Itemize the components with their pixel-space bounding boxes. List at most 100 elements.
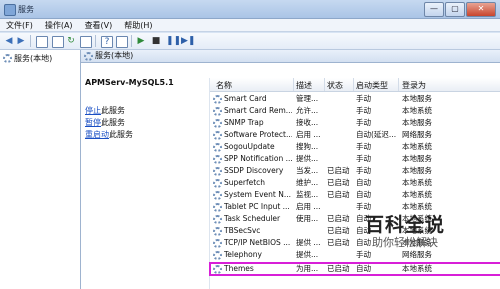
gear-icon (213, 265, 222, 274)
service-description-cell: 提供... (296, 250, 319, 259)
service-description-cell: 提供... (296, 154, 319, 163)
table-row[interactable]: SPP Notification ... 提供... 手动 本地服务 (210, 153, 500, 165)
service-log-on-cell: 本地服务 (402, 94, 432, 103)
service-log-on-cell: 本地系统 (402, 178, 432, 187)
close-button[interactable]: ✕ (466, 2, 496, 17)
column-header-status[interactable]: 状态 (327, 80, 343, 91)
table-row[interactable]: System Event N... 监视... 已启动 自动 本地系统 (210, 189, 500, 201)
service-description-cell: 使用... (296, 214, 319, 223)
service-name-cell: Task Scheduler (224, 214, 281, 223)
start-service-icon[interactable]: ▶ (136, 36, 146, 46)
service-startup-type-cell: 自动 (356, 178, 371, 187)
table-row[interactable]: Superfetch 维护... 已启动 自动 本地系统 (210, 177, 500, 189)
forward-arrow-icon[interactable]: ▶ (16, 36, 26, 46)
column-header-log-on-as[interactable]: 登录为 (402, 80, 426, 91)
window-controls: — ▢ ✕ (424, 2, 496, 17)
menu-view[interactable]: 查看(V) (85, 19, 113, 31)
service-startup-type-cell: 自动 (356, 264, 371, 273)
service-name-cell: SogouUpdate (224, 142, 275, 151)
refresh-icon[interactable]: ↻ (66, 36, 76, 46)
service-startup-type-cell: 手动 (356, 154, 371, 163)
selected-service-name: APMServ-MySQL5.1 (85, 78, 174, 87)
service-log-on-cell: 网络服务 (402, 250, 432, 259)
gear-icon (213, 119, 222, 128)
service-name-cell: Themes (224, 264, 254, 273)
stop-service-icon[interactable]: ■ (151, 36, 161, 46)
menu-help[interactable]: 帮助(H) (124, 19, 152, 31)
tree-item-label: 服务(本地) (14, 54, 53, 63)
column-header-description[interactable]: 描述 (296, 80, 312, 91)
gear-icon (213, 167, 222, 176)
gear-icon (84, 52, 93, 61)
service-startup-type-cell: 手动 (356, 250, 371, 259)
table-row[interactable]: Software Protect... 启用 ... 自动(延迟... 网络服务 (210, 129, 500, 141)
table-row[interactable]: TBSecSvc 已启动 自动 本地系统 (210, 225, 500, 237)
toolbar-divider (95, 35, 96, 47)
help-icon[interactable]: ? (101, 36, 113, 48)
back-arrow-icon[interactable]: ◀ (4, 36, 14, 46)
minimize-button[interactable]: — (424, 2, 444, 17)
service-description-cell: 监视... (296, 190, 319, 199)
table-row[interactable]: SogouUpdate 搜狗... 手动 本地系统 (210, 141, 500, 153)
service-description-cell: 为用... (296, 264, 319, 273)
table-row[interactable]: Tablet PC Input ... 启用 ... 手动 本地系统 (210, 201, 500, 213)
stop-service-action: 停止此服务 (85, 105, 125, 116)
pause-service-link[interactable]: 暂停 (85, 118, 101, 127)
service-log-on-cell: 本地服务 (402, 118, 432, 127)
service-log-on-cell: 本地系统 (402, 264, 432, 273)
tree-item-services-local[interactable]: 服务(本地) (3, 53, 52, 64)
service-name-cell: Smart Card (224, 94, 267, 103)
service-name-cell: TCP/IP NetBIOS ... (224, 238, 291, 247)
menu-action[interactable]: 操作(A) (45, 19, 73, 31)
service-log-on-cell: 本地系统 (402, 106, 432, 115)
watermark: 百科全说 助你轻松解决 (365, 214, 445, 250)
restart-service-icon[interactable]: ▶❚ (181, 36, 195, 46)
table-row[interactable]: Smart Card 管理... 手动 本地服务 (210, 93, 500, 105)
stop-service-link[interactable]: 停止 (85, 106, 101, 115)
title-bar: 服务 — ▢ ✕ (0, 0, 500, 19)
service-name-cell: Smart Card Rem... (224, 106, 292, 115)
action-suffix: 此服务 (101, 106, 125, 115)
properties-icon[interactable] (52, 36, 64, 48)
gear-icon (213, 95, 222, 104)
maximize-button[interactable]: ▢ (445, 2, 465, 17)
gear-icon (3, 54, 12, 63)
service-description-cell: 允许... (296, 106, 319, 115)
service-startup-type-cell: 自动 (356, 190, 371, 199)
table-row[interactable]: SSDP Discovery 当发... 已启动 手动 本地服务 (210, 165, 500, 177)
menu-file[interactable]: 文件(F) (6, 19, 33, 31)
console-tree-pane: 服务(本地) (0, 50, 81, 289)
toolbar-divider (30, 35, 31, 47)
table-row[interactable]: Smart Card Rem... 允许... 手动 本地系统 (210, 105, 500, 117)
service-name-cell: SNMP Trap (224, 118, 264, 127)
gear-icon (213, 239, 222, 248)
service-status-cell: 已启动 (327, 166, 350, 175)
column-header-startup-type[interactable]: 启动类型 (356, 80, 388, 91)
service-startup-type-cell: 自动(延迟... (356, 130, 397, 139)
service-name-cell: SPP Notification ... (224, 154, 292, 163)
view-icon[interactable] (116, 36, 128, 48)
pane-header: 服务(本地) (81, 50, 500, 63)
column-header-name[interactable]: 名称 (216, 80, 232, 91)
service-startup-type-cell: 手动 (356, 106, 371, 115)
table-row[interactable]: SNMP Trap 接收... 手动 本地服务 (210, 117, 500, 129)
pause-service-icon[interactable]: ❚❚ (166, 36, 181, 46)
table-row[interactable]: Telephony 提供... 手动 网络服务 (210, 249, 500, 261)
restart-service-link[interactable]: 重启动 (85, 130, 109, 139)
service-status-cell: 已启动 (327, 214, 350, 223)
table-row[interactable]: TCP/IP NetBIOS ... 提供 ... 已启动 自动 本地服务 (210, 237, 500, 249)
table-row-themes[interactable]: Themes 为用... 已启动 自动 本地系统 (209, 262, 500, 276)
gear-icon (213, 107, 222, 116)
service-detail-panel: APMServ-MySQL5.1 停止此服务 暂停此服务 重启动此服务 (81, 63, 207, 289)
services-list: 名称 描述 状态 启动类型 登录为 Smart Card 管理... 手动 本地… (209, 78, 500, 289)
service-log-on-cell: 本地系统 (402, 142, 432, 151)
service-startup-type-cell: 手动 (356, 118, 371, 127)
service-status-cell: 已启动 (327, 238, 350, 247)
export-list-icon[interactable] (80, 36, 92, 48)
gear-icon (213, 131, 222, 140)
service-name-cell: TBSecSvc (224, 226, 261, 235)
service-name-cell: SSDP Discovery (224, 166, 284, 175)
console-tree-icon[interactable] (36, 36, 48, 48)
table-row[interactable]: Task Scheduler 使用... 已启动 自动 本地系统 (210, 213, 500, 225)
service-startup-type-cell: 手动 (356, 94, 371, 103)
